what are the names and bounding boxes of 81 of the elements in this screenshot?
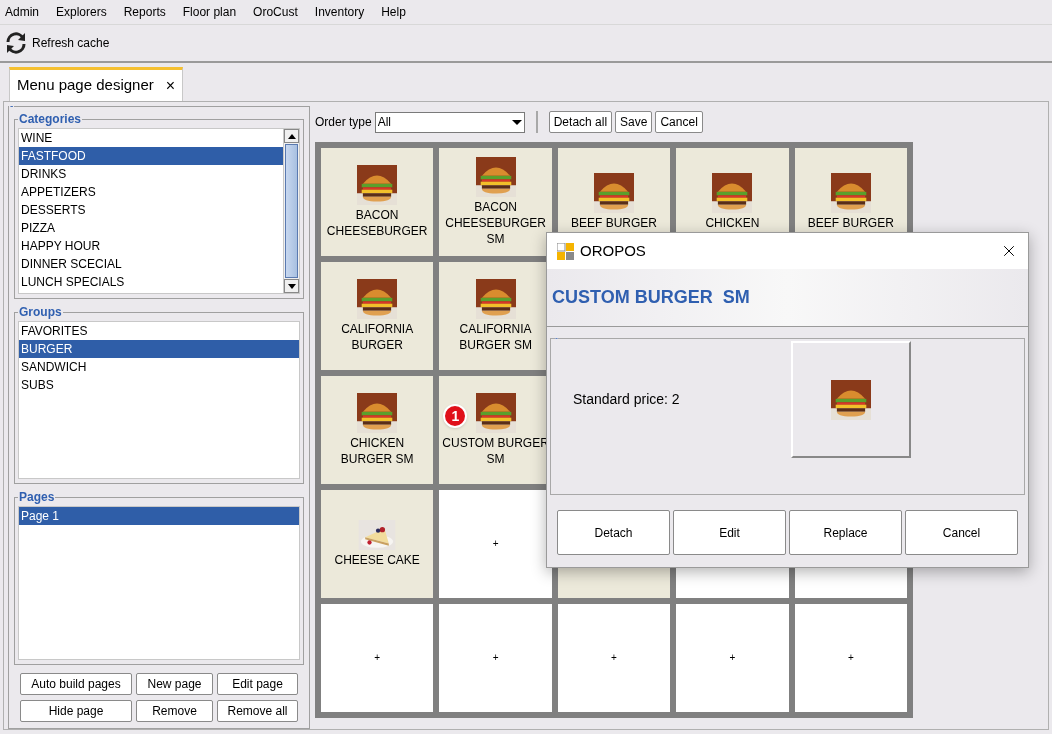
menu-item-button[interactable]: BACON CHEESEBURGER: [321, 148, 434, 256]
item-label: BACON CHEESEBURGER SM: [444, 199, 547, 247]
order-type-label: Order type: [315, 114, 372, 131]
list-item[interactable]: WINE: [19, 129, 283, 147]
button[interactable]: Save: [615, 111, 653, 133]
panel-title: -: [555, 335, 558, 341]
list-item[interactable]: FASTFOOD: [19, 147, 283, 165]
empty-slot[interactable]: +: [676, 604, 789, 712]
menu-item-button[interactable]: CHICKEN BURGER SM: [321, 376, 434, 484]
order-type-select[interactable]: All: [374, 111, 525, 133]
list-item[interactable]: PIZZA: [19, 219, 283, 237]
panel-title: Categories: [18, 111, 83, 128]
empty-slot[interactable]: +: [439, 490, 552, 598]
app-logo-icon: [557, 242, 574, 260]
panel-title: -: [9, 102, 15, 110]
button[interactable]: Remove all: [217, 700, 298, 722]
item-label: CALIFORNIA BURGER SM: [458, 321, 533, 353]
caret-icon: [511, 119, 522, 125]
menu-item[interactable]: Explorers: [56, 3, 107, 21]
count-badge: 1: [443, 404, 468, 428]
item-label: BACON CHEESEBURGER: [325, 207, 429, 239]
menu-item[interactable]: Reports: [123, 3, 166, 21]
menu-item-button[interactable]: CHEESE CAKE: [321, 490, 434, 598]
item-label: CALIFORNIA BURGER: [340, 321, 415, 353]
list-item[interactable]: SANDWICH: [19, 358, 299, 376]
button[interactable]: Edit page: [217, 673, 298, 695]
refresh-button[interactable]: Refresh cache: [4, 30, 110, 55]
image-button[interactable]: [791, 341, 911, 458]
scroll-up-icon[interactable]: [284, 129, 299, 143]
button[interactable]: Hide page: [20, 700, 132, 722]
button[interactable]: New page: [136, 673, 213, 695]
menu-item[interactable]: Floor plan: [182, 3, 237, 21]
tab-label: Menu page designer: [17, 75, 154, 96]
panel-title: Groups: [18, 304, 63, 321]
list-item[interactable]: APPETIZERS: [19, 183, 283, 201]
refresh-icon: [4, 30, 28, 55]
item-label: +: [847, 651, 854, 665]
panel-title: Pages: [18, 489, 56, 506]
list-item[interactable]: DINNER SCECIAL: [19, 255, 283, 273]
item-label: BEEF BURGER: [571, 215, 657, 231]
button[interactable]: Detach all: [548, 111, 613, 133]
empty-slot[interactable]: +: [557, 604, 671, 712]
button[interactable]: Detach: [557, 510, 670, 555]
list-item[interactable]: BURGER: [19, 340, 299, 358]
scrollbar[interactable]: [283, 129, 299, 293]
menu-item[interactable]: OroCust: [253, 3, 298, 21]
menu-item-button[interactable]: CALIFORNIA BURGER: [321, 262, 434, 370]
empty-slot[interactable]: +: [321, 604, 434, 712]
empty-slot[interactable]: +: [439, 604, 552, 712]
item-label: CHICKEN BURGER SM: [339, 435, 415, 467]
button[interactable]: Cancel: [905, 510, 1018, 555]
menu-item-button[interactable]: BACON CHEESEBURGER SM: [439, 148, 552, 256]
item-label: BEEF BURGER: [807, 215, 894, 231]
menu-item[interactable]: Help: [381, 3, 406, 21]
item-label: +: [374, 651, 381, 665]
item-heading: CUSTOM BURGER SM: [552, 286, 750, 309]
menu-item[interactable]: Inventory: [314, 3, 365, 21]
item-label: +: [729, 651, 736, 665]
item-label: +: [492, 651, 499, 665]
item-label: +: [611, 651, 617, 665]
button[interactable]: Cancel: [655, 111, 703, 133]
button[interactable]: Auto build pages: [20, 673, 132, 695]
scroll-down-icon[interactable]: [284, 279, 299, 293]
button[interactable]: Edit: [673, 510, 786, 555]
list-item[interactable]: Page 1: [19, 507, 299, 525]
list-item[interactable]: FAVORITES: [19, 322, 299, 340]
empty-slot[interactable]: +: [794, 604, 907, 712]
list-item[interactable]: HAPPY HOUR: [19, 237, 283, 255]
close-icon[interactable]: ×: [165, 73, 176, 98]
list-item[interactable]: SUBS: [19, 376, 299, 394]
button[interactable]: Replace: [789, 510, 902, 555]
menu-item[interactable]: Admin: [5, 3, 39, 21]
tab[interactable]: Menu page designer ×: [9, 67, 184, 101]
list-item[interactable]: DESSERTS: [19, 201, 283, 219]
item-label: CHEESE CAKE: [334, 552, 420, 568]
price-text: Standard price: 2: [573, 390, 681, 409]
item-label: CHICKEN: [705, 215, 760, 231]
list-item[interactable]: DRINKS: [19, 165, 283, 183]
item-label: +: [492, 537, 499, 551]
button[interactable]: Remove: [136, 700, 213, 722]
list-item[interactable]: LUNCH SPECIALS: [19, 273, 283, 291]
